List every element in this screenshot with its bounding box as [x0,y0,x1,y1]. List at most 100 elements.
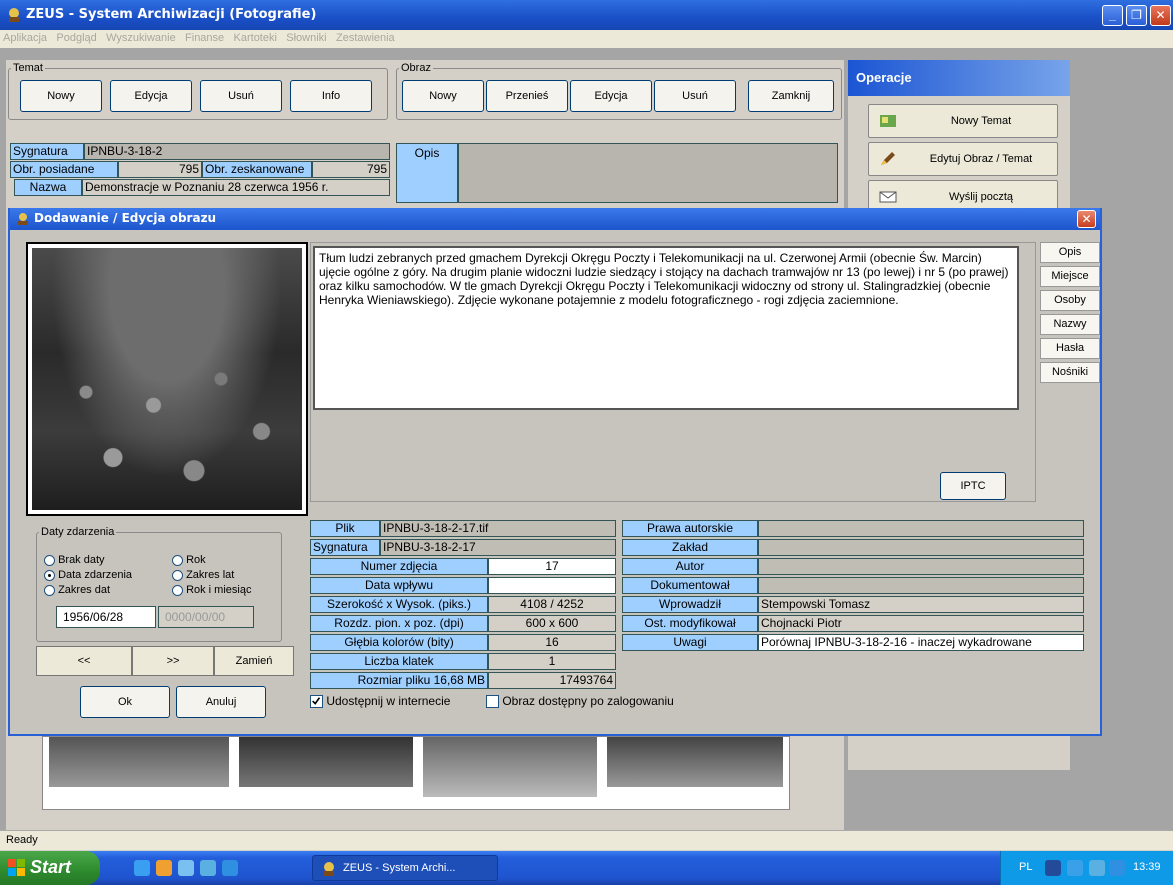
event-date-end-field[interactable]: 0000/00/00 [158,606,254,628]
tray-network-icon[interactable] [1067,860,1083,876]
language-indicator[interactable]: PL [1019,861,1032,873]
edit-image-topic-button[interactable]: Edytuj Obraz / Temat [868,142,1058,176]
obraz-new-button[interactable]: Nowy [402,80,484,112]
numer-zdjecia-label: Numer zdjęcia [310,558,488,575]
notes-label: Uwagi [622,634,758,651]
crowd-photo [32,248,302,510]
event-date-field[interactable]: 1956/06/28 [56,606,156,628]
obraz-edit-button[interactable]: Edycja [570,80,652,112]
radio-brak-daty[interactable]: Brak daty [44,554,105,566]
quicklaunch-app-icon[interactable] [200,860,216,876]
thumbnail-strip [42,736,790,810]
radio-rok[interactable]: Rok [172,554,206,566]
menu-podglad[interactable]: Podgląd [53,30,99,46]
radio-data-zdarzenia-dot[interactable] [44,569,55,581]
radio-zakres-lat-dot[interactable] [172,569,183,581]
radio-zakres-dat-dot[interactable] [44,584,55,596]
mail-icon [879,191,897,203]
zeus-task-icon [324,862,334,876]
taskbar-task-label: ZEUS - System Archi... [343,862,456,874]
radio-rok-dot[interactable] [172,554,183,566]
copyright-value[interactable] [758,520,1084,537]
tray-app-icon[interactable] [1109,860,1125,876]
thumbnail-2[interactable] [239,737,413,787]
status-bar: Ready [0,830,1173,850]
resolution-value: 600 x 600 [488,615,616,632]
cancel-button[interactable]: Anuluj [176,686,266,718]
radio-rok-i-miesiac[interactable]: Rok i miesiąc [172,584,251,596]
tray-help-icon[interactable] [1045,860,1061,876]
share-internet-checkbox[interactable] [310,695,323,709]
operacje-header: Operacje [848,60,1070,96]
radio-rok-i-miesiac-dot[interactable] [172,584,183,596]
menu-wyszukiwanie[interactable]: Wyszukiwanie [103,30,179,46]
menu-zestawienia[interactable]: Zestawienia [333,30,398,46]
tab-nosniki[interactable]: Nośniki [1040,362,1100,383]
prev-button[interactable]: << [36,646,132,676]
tray-volume-icon[interactable] [1089,860,1105,876]
menu-finanse[interactable]: Finanse [182,30,227,46]
taskbar-zeus-task[interactable]: ZEUS - System Archi... [312,855,498,881]
new-topic-button[interactable]: Nowy Temat [868,104,1058,138]
thumbnail-1[interactable] [49,737,229,787]
thumbnail-4[interactable] [607,737,783,787]
temat-edit-button[interactable]: Edycja [110,80,192,112]
radio-brak-daty-dot[interactable] [44,554,55,566]
edit-image-topic-label: Edytuj Obraz / Temat [929,153,1033,165]
data-wplywu-value[interactable] [488,577,616,594]
frame-count-value: 1 [488,653,616,670]
zaklad-value[interactable] [758,539,1084,556]
plik-label: Plik [310,520,380,537]
dimensions-value: 4108 / 4252 [488,596,616,613]
description-text[interactable]: Tłum ludzi zebranych przed gmachem Dyrek… [313,246,1019,410]
ok-button[interactable]: Ok [80,686,170,718]
documented-by-value[interactable] [758,577,1084,594]
notes-value[interactable]: Porównaj IPNBU-3-18-2-16 - inaczej wykad… [758,634,1084,651]
radio-brak-daty-label: Brak daty [58,554,105,566]
radio-zakres-dat[interactable]: Zakres dat [44,584,110,596]
radio-zakres-lat-label: Zakres lat [186,569,235,581]
quicklaunch-explorer-icon[interactable] [178,860,194,876]
quicklaunch-browser-icon[interactable] [222,860,238,876]
minimize-button[interactable]: _ [1102,5,1123,26]
tab-opis[interactable]: Opis [1040,242,1100,263]
obraz-delete-button[interactable]: Usuń [654,80,736,112]
temat-legend: Temat [13,62,43,74]
menu-slowniki[interactable]: Słowniki [283,30,329,46]
close-button[interactable]: ✕ [1150,5,1171,26]
radio-data-zdarzenia[interactable]: Data zdarzenia [44,569,132,581]
temat-info-button[interactable]: Info [290,80,372,112]
thumbnail-3[interactable] [423,737,597,797]
iptc-button[interactable]: IPTC [940,472,1006,500]
windows-flag-icon [8,859,25,876]
autor-value[interactable] [758,558,1084,575]
quicklaunch-ie-icon[interactable] [134,860,150,876]
dialog-close-button[interactable]: ✕ [1077,210,1096,228]
login-only-option[interactable]: Obraz dostępny po zalogowaniu [486,694,674,709]
numer-zdjecia-value[interactable]: 17 [488,558,616,575]
menu-kartoteki[interactable]: Kartoteki [231,30,280,46]
temat-delete-button[interactable]: Usuń [200,80,282,112]
tab-osoby[interactable]: Osoby [1040,290,1100,311]
entered-by-label: Wprowadził [622,596,758,613]
obr-posiadane-value: 795 [118,161,202,178]
nazwa-value: Demonstracje w Poznaniu 28 czerwca 1956 … [82,179,390,196]
swap-button[interactable]: Zamień [214,646,294,676]
quicklaunch-media-icon[interactable] [156,860,172,876]
share-internet-option[interactable]: Udostępnij w internecie [310,694,450,709]
tab-nazwy[interactable]: Nazwy [1040,314,1100,335]
menu-aplikacja[interactable]: Aplikacja [0,30,50,46]
tab-hasla[interactable]: Hasła [1040,338,1100,359]
tab-miejsce[interactable]: Miejsce [1040,266,1100,287]
login-only-checkbox[interactable] [486,695,499,709]
start-button[interactable]: Start [0,851,100,885]
check-icon [312,697,321,706]
dialog-title: Dodawanie / Edycja obrazu [34,211,217,225]
temat-new-button[interactable]: Nowy [20,80,102,112]
clock: 13:39 [1133,861,1161,873]
obraz-move-button[interactable]: Przenieś [486,80,568,112]
next-button[interactable]: >> [132,646,214,676]
radio-zakres-lat[interactable]: Zakres lat [172,569,234,581]
obraz-close-button[interactable]: Zamknij [748,80,834,112]
maximize-button[interactable]: ❐ [1126,5,1147,26]
